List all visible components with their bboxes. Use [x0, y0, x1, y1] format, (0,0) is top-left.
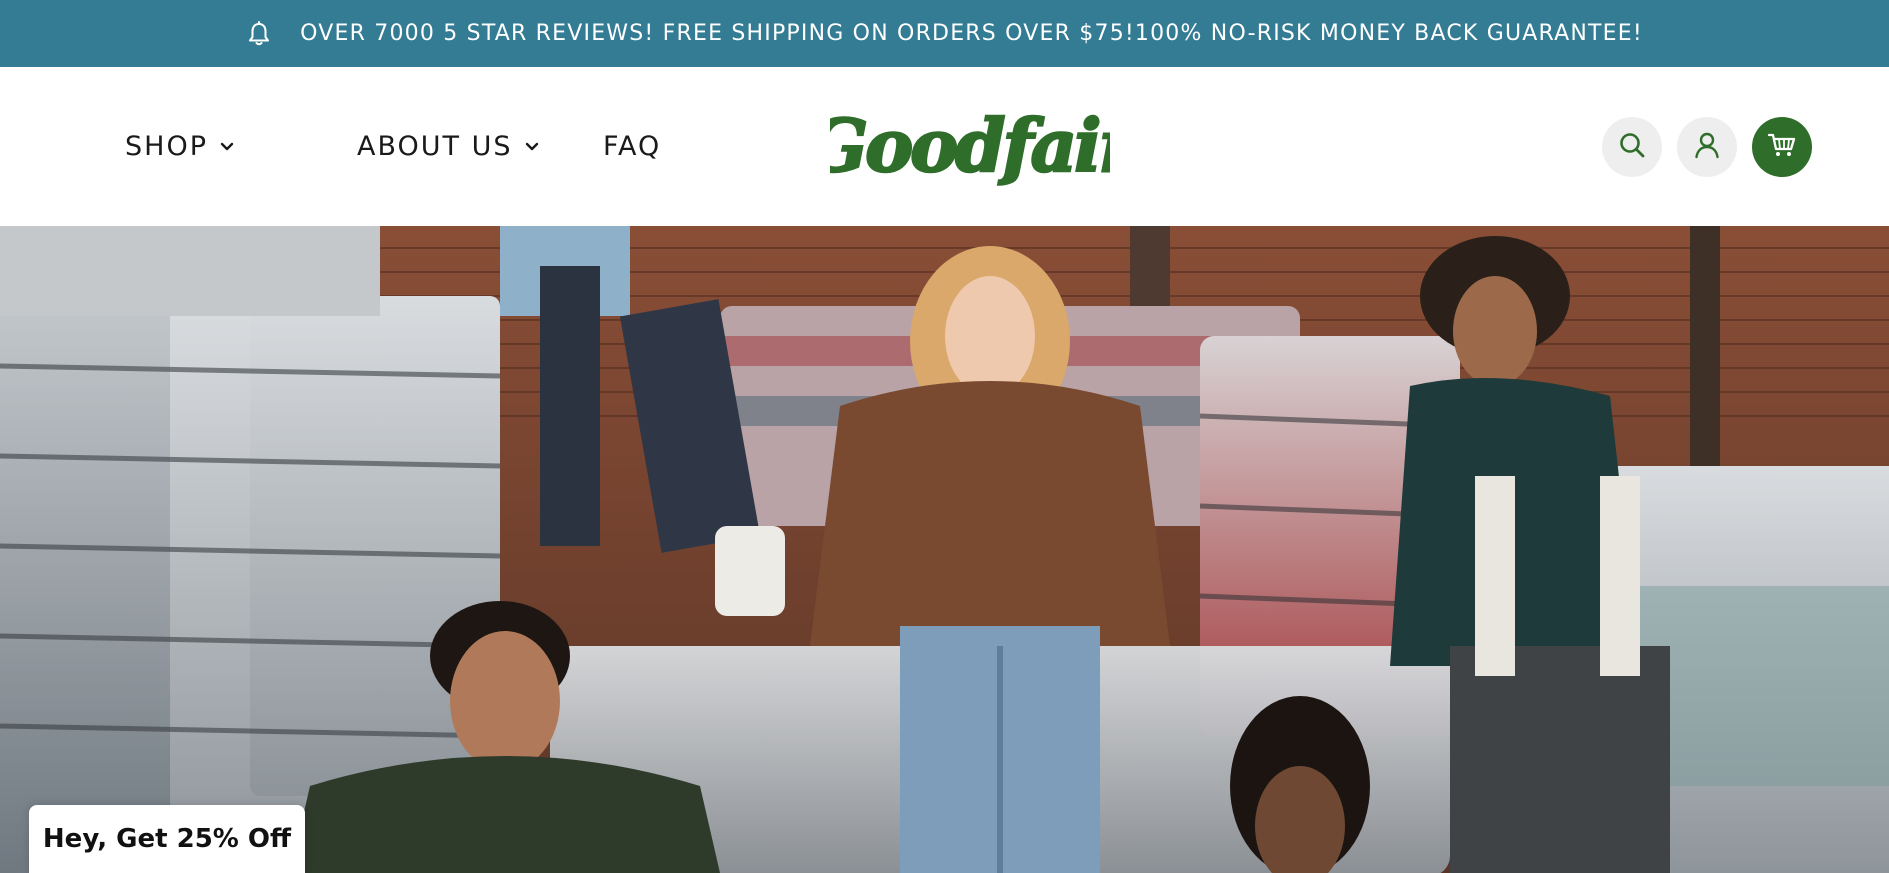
bell-icon — [246, 20, 272, 47]
cart-button[interactable] — [1752, 117, 1812, 177]
announcement-text: OVER 7000 5 STAR REVIEWS! FREE SHIPPING … — [300, 21, 1643, 46]
chevron-down-icon — [220, 140, 234, 154]
chevron-down-icon — [525, 140, 539, 154]
nav-faq[interactable]: FAQ — [603, 67, 661, 226]
account-button[interactable] — [1677, 117, 1737, 177]
nav-about-us[interactable]: ABOUT US — [357, 67, 539, 226]
account-icon — [1693, 131, 1721, 164]
search-icon — [1618, 131, 1646, 164]
discount-promo-tab[interactable]: Hey, Get 25% Off — [29, 805, 305, 873]
search-button[interactable] — [1602, 117, 1662, 177]
announcement-bar: OVER 7000 5 STAR REVIEWS! FREE SHIPPING … — [0, 0, 1889, 67]
nav-shop[interactable]: SHOP — [125, 67, 234, 226]
cart-icon — [1767, 131, 1797, 164]
nav-about-label: ABOUT US — [357, 131, 513, 162]
hero-image — [0, 226, 1889, 873]
svg-text:Goodfair: Goodfair — [830, 107, 1110, 187]
goodfair-logo[interactable]: Goodfair — [805, 102, 1145, 190]
nav-faq-label: FAQ — [603, 131, 662, 162]
site-header: SHOP ABOUT US FAQ Goodfair — [0, 67, 1889, 226]
nav-shop-label: SHOP — [125, 131, 208, 162]
